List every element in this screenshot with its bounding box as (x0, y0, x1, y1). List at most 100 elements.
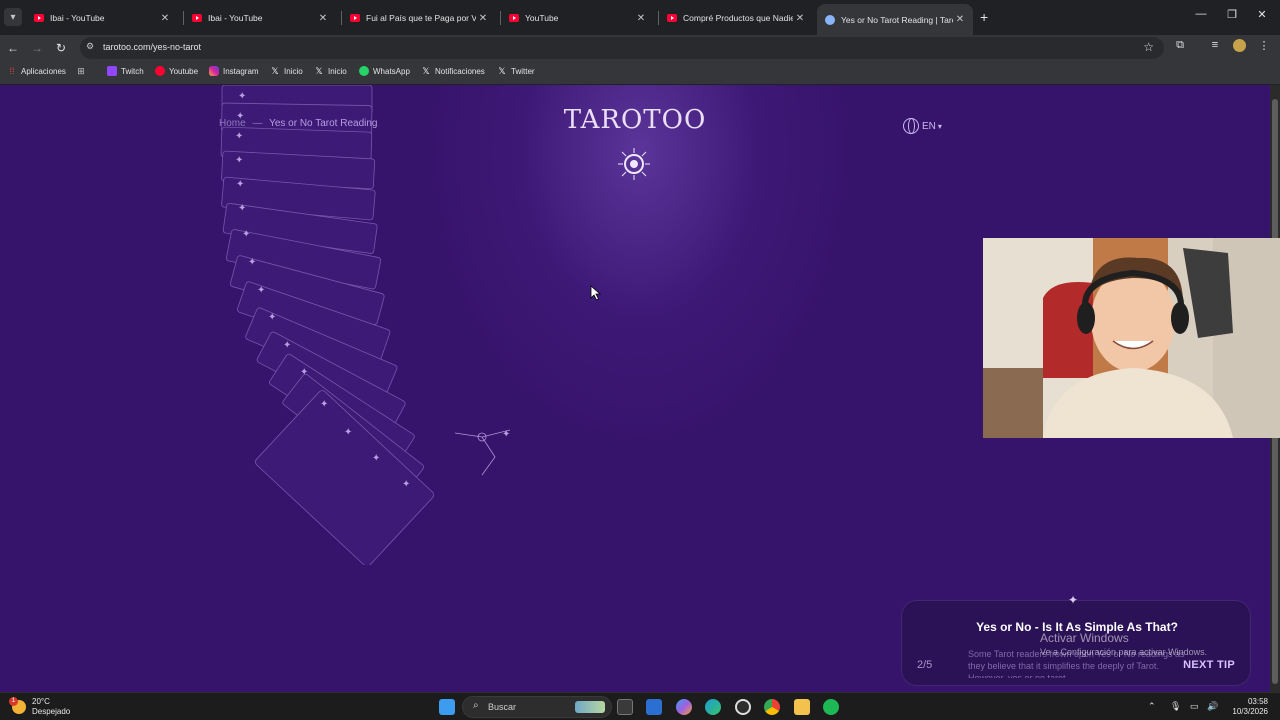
close-icon[interactable]: ✕ (316, 13, 330, 24)
breadcrumb-home[interactable]: Home (219, 118, 246, 129)
star-icon: ✦ (402, 479, 410, 490)
weather-desc: Despejado (32, 707, 71, 716)
menu-icon[interactable]: ⋮ (1255, 39, 1273, 52)
extensions-grid-icon: ⊞ (77, 66, 85, 76)
windows-taskbar: 1 20°C Despejado ⌕ Buscar ⌃ 🎙 ▭ 🔊 03:58 … (0, 692, 1280, 720)
spotify-icon[interactable] (823, 699, 839, 715)
youtube-icon (667, 14, 677, 22)
site-logo[interactable]: TAROTOO (560, 105, 710, 135)
new-tab-button[interactable]: + (980, 9, 988, 25)
bookmark-x-inicio-2[interactable]: 𝕏 Inicio (314, 66, 346, 76)
chrome-icon[interactable] (764, 699, 780, 715)
sun-emblem-icon (618, 148, 650, 180)
obs-icon[interactable] (735, 699, 751, 715)
back-button[interactable]: ← (4, 39, 22, 57)
clock-date: 10/3/2026 (1232, 707, 1268, 716)
start-button[interactable] (439, 699, 455, 715)
bookmark-whatsapp[interactable]: WhatsApp (359, 66, 410, 76)
outlook-icon[interactable] (646, 699, 662, 715)
search-highlight-image (575, 701, 605, 713)
bookmark-star-icon[interactable]: ☆ (1143, 40, 1154, 54)
youtube-icon (155, 66, 165, 76)
mouse-cursor-icon (590, 285, 602, 301)
task-view-icon[interactable] (617, 699, 633, 715)
network-icon[interactable]: ▭ (1190, 701, 1199, 712)
tab-title: YouTube (525, 13, 559, 23)
forward-button[interactable]: → (28, 39, 46, 57)
x-icon: 𝕏 (422, 66, 430, 76)
close-icon[interactable]: ✕ (953, 14, 967, 25)
tab-search-button[interactable]: ▾ (4, 8, 22, 26)
x-icon: 𝕏 (271, 66, 279, 76)
bookmark-twitch[interactable]: Twitch (107, 66, 144, 76)
extensions-icon[interactable]: ⧉ (1171, 39, 1189, 52)
tab[interactable]: Fui al País que te Paga por Visit ✕ (342, 6, 496, 30)
star-icon: ✦ (344, 427, 352, 438)
reload-button[interactable]: ↻ (52, 39, 70, 57)
search-placeholder: Buscar (488, 702, 517, 712)
microphone-icon[interactable]: 🎙 (1170, 701, 1181, 712)
tab[interactable]: Ibai - YouTube ✕ (26, 6, 178, 30)
tab-title: Ibai - YouTube (50, 13, 105, 23)
star-icon: ✦ (248, 257, 256, 268)
tray-chevron-icon[interactable]: ⌃ (1148, 701, 1156, 712)
system-clock[interactable]: 03:58 10/3/2026 (1228, 697, 1268, 717)
youtube-icon (192, 14, 202, 22)
weather-widget[interactable]: 1 20°C Despejado (9, 697, 71, 717)
url-text[interactable]: tarotoo.com/yes-no-tarot (103, 42, 201, 52)
star-icon: ✦ (300, 367, 308, 378)
close-icon[interactable]: ✕ (634, 13, 648, 24)
tab-active[interactable]: Yes or No Tarot Reading | Tarot ✕ (817, 4, 973, 35)
star-icon: ✦ (235, 131, 243, 142)
close-icon[interactable]: ✕ (793, 13, 807, 24)
copilot-icon[interactable] (676, 699, 692, 715)
minimize-button[interactable]: — (1193, 8, 1209, 20)
bookmark-grid[interactable]: ⊞ (76, 66, 90, 76)
star-icon: ✦ (236, 179, 244, 190)
youtube-icon (509, 14, 519, 22)
language-code: EN (922, 120, 936, 132)
close-window-button[interactable]: ✕ (1254, 8, 1270, 21)
streamer-webcam-image (983, 238, 1280, 438)
twitch-icon (107, 66, 117, 76)
file-explorer-icon[interactable] (794, 699, 810, 715)
breadcrumb: Home — Yes or No Tarot Reading (219, 118, 377, 129)
weather-temp: 20°C (32, 697, 50, 706)
taskbar-search[interactable]: ⌕ Buscar (462, 696, 612, 718)
tab[interactable]: YouTube ✕ (501, 6, 654, 30)
bookmark-x-inicio[interactable]: 𝕏 Inicio (270, 66, 302, 76)
breadcrumb-separator: — (252, 118, 263, 129)
bookmark-label: Instagram (223, 66, 259, 76)
edge-icon[interactable] (705, 699, 721, 715)
breadcrumb-current: Yes or No Tarot Reading (269, 118, 378, 129)
media-controls-icon[interactable]: ≡ (1206, 39, 1224, 51)
next-tip-button[interactable]: NEXT TIP (1183, 659, 1235, 671)
bookmark-x-notificaciones[interactable]: 𝕏 Notificaciones (421, 66, 485, 76)
activate-windows-subtitle: Ve a Configuración para activar Windows. (1040, 647, 1208, 657)
bookmark-twitter[interactable]: 𝕏 Twitter (497, 66, 534, 76)
star-icon: ✦ (283, 340, 291, 351)
bookmark-label: WhatsApp (373, 66, 410, 76)
profile-avatar[interactable] (1230, 39, 1248, 55)
browser-toolbar: ← → ↻ ⚙ tarotoo.com/yes-no-tarot ☆ ⧉ ≡ ⋮ (0, 35, 1280, 61)
language-selector[interactable]: EN ▾ (903, 118, 942, 134)
chevron-down-icon: ▾ (937, 121, 942, 131)
tab[interactable]: Ibai - YouTube ✕ (184, 6, 336, 30)
close-icon[interactable]: ✕ (158, 13, 172, 24)
tarot-card-fan[interactable]: ✦ ✦ ✦ ✦ ✦ ✦ ✦ ✦ ✦ ✦ ✦ ✦ ✦ ✦ ✦ ✦ ✦ (210, 85, 570, 565)
address-bar[interactable]: ⚙ tarotoo.com/yes-no-tarot ☆ (80, 37, 1164, 59)
tab-title: Yes or No Tarot Reading | Tarot (841, 14, 953, 25)
tab[interactable]: Compré Productos que Nadie C ✕ (659, 6, 813, 30)
restore-button[interactable]: ❐ (1224, 8, 1240, 21)
youtube-icon (350, 14, 360, 22)
close-icon[interactable]: ✕ (476, 13, 490, 24)
bookmark-label: Notificaciones (435, 66, 485, 76)
volume-icon[interactable]: 🔊 (1207, 701, 1218, 712)
chevron-down-icon: ▾ (10, 11, 16, 23)
bookmark-label: Youtube (169, 66, 199, 76)
star-icon: ✦ (238, 203, 246, 214)
bookmark-instagram[interactable]: Instagram (209, 66, 259, 76)
site-info-icon[interactable]: ⚙ (86, 41, 94, 52)
bookmark-youtube[interactable]: Youtube (155, 66, 198, 76)
bookmark-apps[interactable]: ⁞⁞ Aplicaciones (7, 66, 65, 76)
